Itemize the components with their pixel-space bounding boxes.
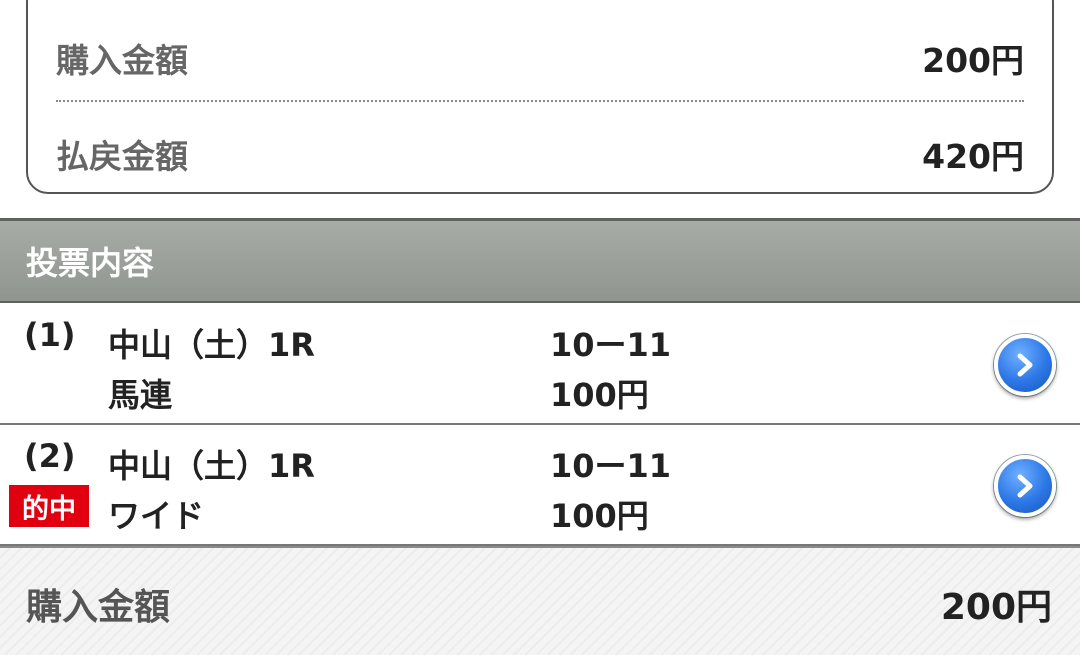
total-footer: 購入金額 200円 xyxy=(0,546,1080,655)
bet-number: (1) xyxy=(24,316,76,354)
chevron-right-icon xyxy=(1017,474,1033,498)
bet-row[interactable]: (2) 的中 中山（土）1R ワイド 10ー11 100円 xyxy=(0,425,1080,546)
bet-number: (2) xyxy=(24,437,76,475)
bet-amount: 100円 xyxy=(550,497,649,535)
bet-detail-button[interactable] xyxy=(994,334,1056,396)
purchase-amount-label: 購入金額 xyxy=(56,41,188,80)
bet-amount: 100円 xyxy=(550,376,649,414)
purchase-amount-value: 200円 xyxy=(922,41,1024,80)
bets-section-header: 投票内容 xyxy=(0,218,1080,303)
total-purchase-label: 購入金額 xyxy=(26,587,171,628)
purchase-amount-row: 購入金額 200円 xyxy=(56,34,1024,82)
dotted-divider xyxy=(56,100,1024,102)
total-purchase-value: 200円 xyxy=(940,587,1052,628)
chevron-right-icon xyxy=(1017,353,1033,377)
payout-amount-label: 払戻金額 xyxy=(56,137,188,176)
bet-combination: 10ー11 xyxy=(550,447,672,485)
bet-detail-button[interactable] xyxy=(994,455,1056,517)
bet-row[interactable]: (1) 中山（土）1R 馬連 10ー11 100円 xyxy=(0,304,1080,425)
bet-combination: 10ー11 xyxy=(550,326,672,364)
bets-section-title: 投票内容 xyxy=(26,244,155,282)
bet-race: 中山（土）1R xyxy=(108,326,315,364)
hit-badge: 的中 xyxy=(9,485,89,527)
payout-amount-value: 420円 xyxy=(922,137,1024,176)
bet-race: 中山（土）1R xyxy=(108,447,315,485)
payout-amount-row: 払戻金額 420円 xyxy=(56,130,1024,178)
bet-type: ワイド xyxy=(108,497,205,535)
bet-type: 馬連 xyxy=(108,376,173,414)
summary-card: 購入金額 200円 払戻金額 420円 xyxy=(26,0,1054,194)
